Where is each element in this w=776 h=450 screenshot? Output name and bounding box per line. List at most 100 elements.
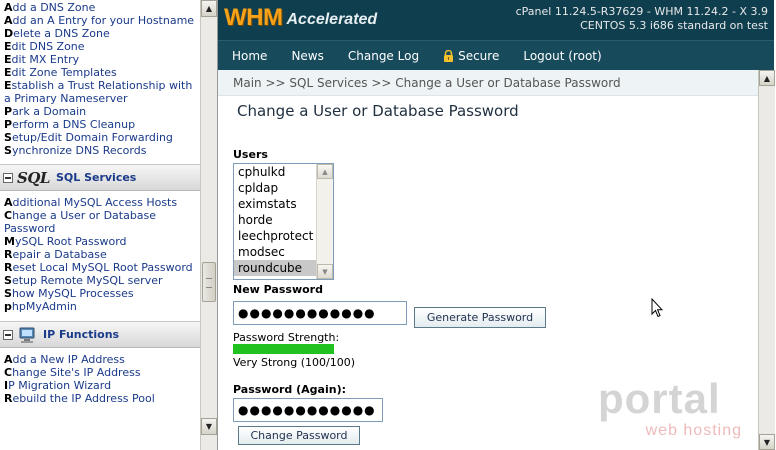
link-initial: A (4, 1, 13, 14)
link-text: ySQL Root Password (14, 235, 127, 248)
link-initial: E (4, 79, 12, 92)
user-option[interactable]: leechprotect (234, 228, 318, 244)
dns-link[interactable]: Edit MX Entry (0, 53, 200, 66)
link-text: dd a New IP Address (12, 353, 125, 366)
ip-link[interactable]: Rebuild the IP Address Pool (0, 392, 200, 405)
user-option[interactable]: roundcube (234, 260, 318, 276)
user-option[interactable]: modsec (234, 244, 318, 260)
generate-password-button[interactable]: Generate Password (414, 307, 546, 328)
link-initial: A (4, 353, 13, 366)
user-option[interactable]: cpldap (234, 180, 318, 196)
ip-functions-header[interactable]: IP Functions (0, 321, 200, 348)
left-nav-scrollbar[interactable]: ▲ ▼ (200, 0, 217, 450)
menu-secure[interactable]: Secure (443, 49, 499, 63)
link-initial: C (4, 366, 13, 379)
password-strength-fill (233, 344, 334, 354)
link-initial: M (4, 235, 15, 248)
scroll-up-arrow-icon[interactable]: ▲ (201, 0, 217, 17)
sql-icon: SQL (17, 168, 50, 187)
main-scroll-down-icon[interactable]: ▼ (759, 434, 775, 450)
logo-sub-text: Accelerated (286, 11, 378, 28)
menu-home[interactable]: Home (232, 49, 267, 63)
dns-link[interactable]: Edit Zone Templates (0, 66, 200, 79)
dns-link[interactable]: Delete a DNS Zone (0, 27, 200, 40)
password-strength-text: Very Strong (100/100) (233, 356, 356, 369)
link-text: dd a DNS Zone (12, 1, 96, 14)
scroll-down-arrow-icon[interactable]: ▼ (201, 418, 217, 435)
dns-link[interactable]: Add a DNS Zone (0, 1, 200, 14)
sql-link[interactable]: Change a User or Database Password (0, 209, 200, 235)
sql-link[interactable]: Additional MySQL Access Hosts (0, 196, 200, 209)
ip-functions-links: Add a New IP Address Change Site's IP Add… (0, 353, 200, 405)
link-initial: E (4, 40, 12, 53)
change-password-button[interactable]: Change Password (238, 426, 360, 445)
new-password-label: New Password (233, 283, 323, 296)
link-text: dit DNS Zone (11, 40, 85, 53)
sql-link[interactable]: Setup Remote MySQL server (0, 274, 200, 287)
link-text: eset Local MySQL Root Password (12, 261, 193, 274)
link-initial: D (4, 27, 14, 40)
dns-link[interactable]: Perform a DNS Cleanup (0, 118, 200, 131)
menu-news[interactable]: News (291, 49, 323, 63)
sql-link[interactable]: MySQL Root Password (0, 235, 200, 248)
watermark-main-text: portal (598, 375, 721, 422)
version-line-1: cPanel 11.24.5-R37629 - WHM 11.24.2 - X … (515, 5, 768, 18)
dns-link[interactable]: Park a Domain (0, 105, 200, 118)
scroll-thumb[interactable] (202, 262, 216, 302)
link-initial: E (4, 66, 12, 79)
link-initial: S (4, 144, 12, 157)
password-strength-bar (233, 344, 334, 354)
ip-link[interactable]: Change Site's IP Address (0, 366, 200, 379)
logo-main-text: WHM (224, 4, 283, 31)
main-scroll-up-icon[interactable]: ▲ (759, 70, 775, 86)
breadcrumb: Main >> SQL Services >> Change a User or… (218, 70, 774, 96)
users-label: Users (233, 148, 268, 161)
users-list-scrollbar[interactable]: ▲ ▼ (316, 164, 333, 279)
link-text: etup/Edit Domain Forwarding (11, 131, 173, 144)
list-scroll-down-icon[interactable]: ▼ (317, 264, 333, 279)
dns-link[interactable]: Add an A Entry for your Hostname (0, 14, 200, 27)
list-scroll-up-icon[interactable]: ▲ (317, 164, 333, 179)
dns-link[interactable]: Establish a Trust Relationship with a Pr… (0, 79, 200, 105)
password-again-field[interactable]: ●●●●●●●●●●●● (233, 398, 383, 422)
sql-link[interactable]: phpMyAdmin (0, 300, 200, 313)
sql-link[interactable]: Reset Local MySQL Root Password (0, 261, 200, 274)
version-line-2: CENTOS 5.3 i686 standard on test (580, 19, 768, 32)
sql-link[interactable]: Repair a Database (0, 248, 200, 261)
menu-logout[interactable]: Logout (root) (523, 49, 601, 63)
user-option[interactable]: eximstats (234, 196, 318, 212)
link-text: ebuild the IP Address Pool (12, 392, 155, 405)
link-initial: S (4, 287, 12, 300)
sql-services-links: Additional MySQL Access Hosts Change a Us… (0, 196, 200, 313)
link-initial: S (4, 274, 12, 287)
new-password-field[interactable]: ●●●●●●●●●●●● (233, 301, 407, 325)
link-text: hange Site's IP Address (12, 366, 141, 379)
ip-link[interactable]: IP Migration Wizard (0, 379, 200, 392)
link-text: ark a Domain (12, 105, 87, 118)
version-info: cPanel 11.24.5-R37629 - WHM 11.24.2 - X … (516, 5, 768, 33)
collapse-toggle-icon[interactable] (3, 329, 13, 340)
link-initial: C (4, 209, 13, 222)
link-text: erform a DNS Cleanup (12, 118, 136, 131)
dns-link[interactable]: Edit DNS Zone (0, 40, 200, 53)
user-option[interactable]: horde (234, 212, 318, 228)
dns-link[interactable]: Synchronize DNS Records (0, 144, 200, 157)
main-scrollbar[interactable]: ▲ ▼ (758, 70, 775, 450)
users-listbox[interactable]: cphulkd cpldap eximstats horde leechprotect m… (233, 163, 334, 280)
ip-link[interactable]: Add a New IP Address (0, 353, 200, 366)
whm-header: WHM Accelerated cPanel 11.24.5-R37629 - … (218, 0, 774, 40)
sql-services-header[interactable]: SQL SQL Services (0, 164, 200, 191)
sql-link[interactable]: Show MySQL Processes (0, 287, 200, 300)
whm-logo: WHM Accelerated (224, 4, 377, 32)
link-text: ynchronize DNS Records (11, 144, 147, 157)
ip-functions-title: IP Functions (43, 328, 120, 341)
collapse-toggle-icon[interactable] (3, 172, 13, 183)
dns-link[interactable]: Setup/Edit Domain Forwarding (0, 131, 200, 144)
menu-change-log[interactable]: Change Log (348, 49, 419, 63)
link-text: dd an A Entry for your Hostname (12, 14, 195, 27)
top-menu: Home News Change Log Secure Logout (root… (218, 40, 774, 70)
user-option[interactable]: cphulkd (234, 164, 318, 180)
link-text: dditional MySQL Access Hosts (12, 196, 178, 209)
link-initial: A (4, 196, 13, 209)
portal-watermark-logo: portal web hosting (598, 378, 748, 440)
